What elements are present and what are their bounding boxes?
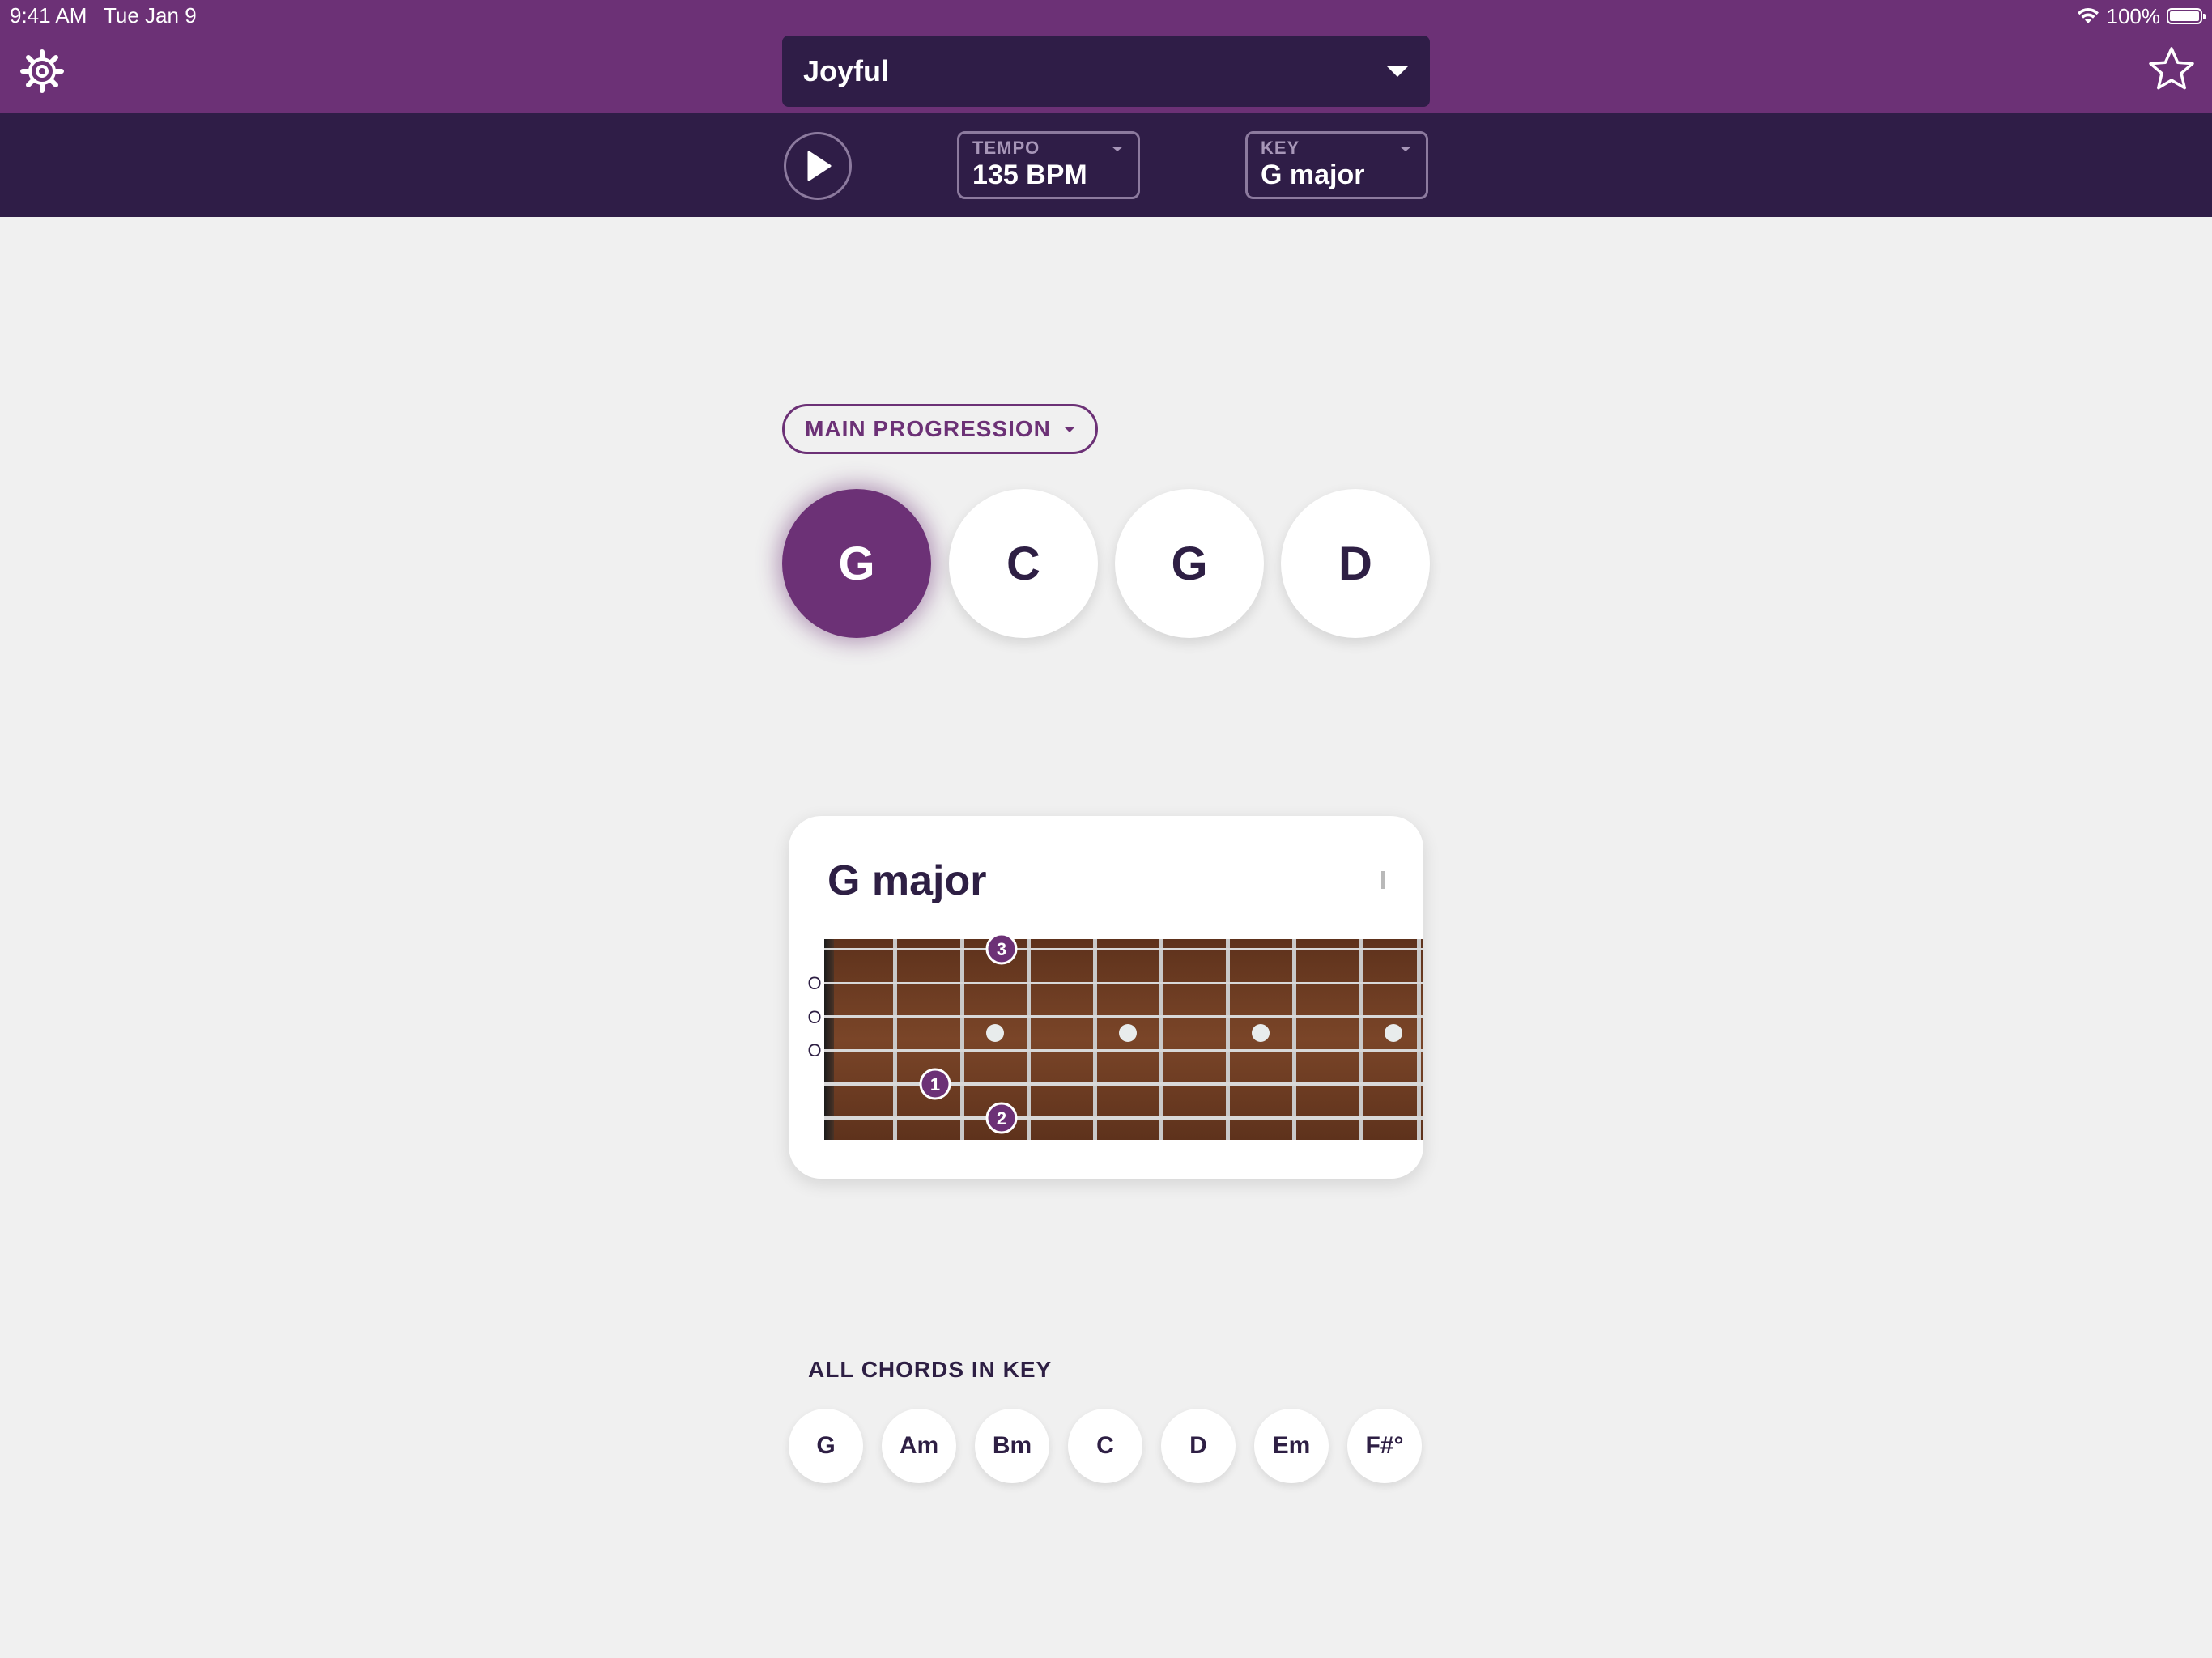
play-button[interactable]	[784, 132, 852, 200]
open-string-marker: O	[807, 973, 821, 993]
key-chord-button[interactable]: G	[789, 1409, 863, 1483]
progression-dropdown[interactable]: MAIN PROGRESSION	[782, 404, 1098, 454]
key-chord-button[interactable]: C	[1068, 1409, 1142, 1483]
progression-label: MAIN PROGRESSION	[805, 416, 1051, 441]
tempo-label: TEMPO	[972, 138, 1040, 158]
battery-icon	[2167, 8, 2206, 24]
battery-percent: 100%	[2106, 3, 2161, 28]
all-chords-heading: ALL CHORDS IN KEY	[808, 1357, 1053, 1382]
chord-diagram-card: G major O O O 3 1 2	[789, 816, 1423, 1179]
fretboard-nut	[824, 939, 834, 1140]
progression-chord-1[interactable]: G	[782, 489, 931, 638]
settings-button[interactable]	[15, 44, 70, 99]
progression-chord-4[interactable]: D	[1281, 489, 1430, 638]
key-label: KEY	[1261, 138, 1300, 158]
svg-text:2: 2	[997, 1108, 1006, 1129]
open-string-marker: O	[807, 1007, 821, 1027]
favorite-button[interactable]	[2144, 42, 2199, 97]
svg-text:3: 3	[997, 939, 1006, 959]
key-value: G major	[1261, 159, 1365, 190]
finger-dot: 3	[985, 933, 1018, 965]
tempo-value: 135 BPM	[972, 159, 1087, 190]
finger-dot: 1	[919, 1068, 951, 1100]
open-string-marker: O	[807, 1040, 821, 1061]
status-date: Tue Jan 9	[104, 3, 197, 28]
status-indicators: 100%	[2076, 3, 2206, 29]
wifi-icon	[2077, 7, 2099, 23]
chord-name: G major	[827, 857, 987, 904]
caret-down-icon	[1400, 147, 1411, 151]
svg-text:1: 1	[930, 1074, 940, 1095]
key-chord-button[interactable]: D	[1161, 1409, 1236, 1483]
play-icon	[807, 151, 832, 181]
gear-icon	[20, 49, 64, 93]
progression-chord-3[interactable]: G	[1115, 489, 1264, 638]
status-time: 9:41 AM	[10, 3, 87, 28]
key-selector[interactable]: KEY G major	[1245, 131, 1428, 199]
key-chord-button[interactable]: Em	[1254, 1409, 1329, 1483]
tempo-selector[interactable]: TEMPO 135 BPM	[957, 131, 1140, 199]
fretboard-diagram: O O O 3 1 2	[807, 933, 1423, 1140]
progression-chord-2[interactable]: C	[949, 489, 1098, 638]
card-handle[interactable]	[1381, 871, 1385, 889]
caret-down-icon	[1386, 66, 1409, 77]
key-chord-button[interactable]: F#°	[1347, 1409, 1422, 1483]
finger-dot: 2	[985, 1102, 1018, 1134]
star-icon	[2149, 47, 2194, 90]
key-chord-button[interactable]: Bm	[975, 1409, 1049, 1483]
song-title: Joyful	[803, 54, 890, 87]
key-chord-button[interactable]: Am	[882, 1409, 956, 1483]
caret-down-icon	[1063, 426, 1075, 432]
caret-down-icon	[1112, 147, 1123, 151]
status-bar: 9:41 AM Tue Jan 9 100%	[0, 0, 2212, 32]
song-dropdown[interactable]: Joyful	[782, 36, 1430, 107]
